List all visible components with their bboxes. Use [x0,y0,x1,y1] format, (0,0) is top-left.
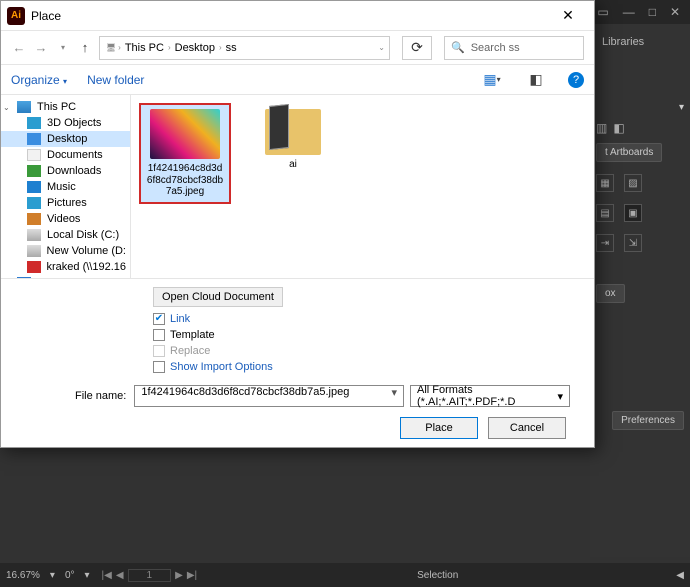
replace-label: Replace [170,345,210,357]
panel-icon[interactable]: ⇥ [596,234,614,252]
image-thumbnail [150,109,220,159]
new-folder-button[interactable]: New folder [87,73,144,87]
preview-pane-icon[interactable]: ◧ [524,69,548,91]
doc-icon [27,149,41,161]
panel-icon[interactable]: ▤ [596,204,614,222]
panel-button[interactable]: ox [596,284,625,303]
tree-label: Videos [47,213,80,225]
status-selection: Selection [209,570,666,581]
cube-icon [27,117,41,129]
sidebar-item-new-volume-d-[interactable]: New Volume (D: [1,243,130,259]
file-item-image[interactable]: 1f4241964c8d3d6f8cd78cbcf38db7a5.jpeg [141,105,229,202]
folder-tree[interactable]: ⌄This PC 3D Objects Desktop Documents Downlo… [1,95,131,278]
sidebar-item-documents[interactable]: Documents [1,147,130,163]
ai-minimize-icon[interactable]: — [623,5,635,19]
show-import-options-label[interactable]: Show Import Options [170,361,273,373]
panel-icon[interactable]: ▨ [624,174,642,192]
ai-close-icon[interactable]: ✕ [670,5,680,19]
panel-icon[interactable]: ▦ [596,174,614,192]
link-checkbox[interactable]: ✔ [153,313,165,325]
nav-up-icon[interactable]: ↑ [77,40,93,55]
tree-label: 3D Objects [47,117,101,129]
tree-label: Pictures [47,197,87,209]
sidebar-item-desktop[interactable]: Desktop [1,131,130,147]
sidebar-item-3d-objects[interactable]: 3D Objects [1,115,130,131]
dialog-title: Place [31,9,548,23]
show-import-options-checkbox[interactable] [153,361,165,373]
illustrator-app-icon: Ai [7,7,25,25]
tree-label: New Volume (D: [47,245,126,257]
down-icon [27,165,41,177]
search-input[interactable]: 🔍 Search ss [444,36,584,60]
format-filter-select[interactable]: All Formats (*.AI;*.AIT;*.PDF;*.D▾ [410,385,570,407]
tree-label: Desktop [47,133,87,145]
nav-recent-icon[interactable]: ▾ [55,43,71,52]
vid-icon [27,213,41,225]
drive-icon [27,245,41,257]
close-button[interactable]: ✕ [548,1,588,31]
place-dialog: Ai Place ✕ ← → ▾ ↑ 🖥 › This PC › Desktop… [0,0,595,448]
sidebar-item-local-disk-c-[interactable]: Local Disk (C:) [1,227,130,243]
breadcrumb-item[interactable]: This PC [121,42,168,54]
organize-menu[interactable]: Organize ▾ [11,73,67,87]
ai-maximize-icon[interactable]: □ [649,5,656,19]
folder-icon [265,109,321,155]
tree-label: kraked (\\192.16 [47,261,127,273]
open-cloud-document-button[interactable]: Open Cloud Document [153,287,283,307]
tree-label: Music [47,181,76,193]
libraries-panel-tab[interactable]: Libraries [596,32,684,52]
artboard-nav[interactable]: |◀◀1▶▶| [100,569,200,582]
sidebar-item-music[interactable]: Music [1,179,130,195]
rotation[interactable]: 0° [65,570,75,581]
sidebar-item-pictures[interactable]: Pictures [1,195,130,211]
file-item-folder[interactable]: ai [249,105,337,171]
nav-forward-icon: → [33,40,49,55]
file-label: 1f4241964c8d3d6f8cd78cbcf38db7a5.jpeg [145,163,225,198]
tree-label: This PC [37,101,76,113]
file-label: ai [249,159,337,171]
sidebar-item-downloads[interactable]: Downloads [1,163,130,179]
ai-arrange-icon[interactable]: ▭ [597,5,608,19]
tree-label: Downloads [47,165,101,177]
zoom-level[interactable]: 16.67% [6,570,40,581]
tree-label: Documents [47,149,103,161]
link-label[interactable]: Link [170,313,190,325]
help-icon[interactable]: ? [568,72,584,88]
cancel-button[interactable]: Cancel [488,417,566,439]
desk-icon [27,133,41,145]
scroll-left-icon[interactable]: ◀ [676,570,684,581]
music-icon [27,181,41,193]
pic-icon [27,197,41,209]
pc-icon [17,101,31,113]
tree-label: Local Disk (C:) [47,229,119,241]
monitor-icon: 🖥 [104,43,118,52]
sidebar-item-videos[interactable]: Videos [1,211,130,227]
chevron-down-icon[interactable]: ⌄ [378,43,385,52]
net-icon [27,261,41,273]
search-icon: 🔍 [451,41,465,54]
edit-artboards-button[interactable]: t Artboards [596,143,662,162]
panel-icon[interactable]: ⇲ [624,234,642,252]
search-placeholder: Search ss [471,42,520,54]
nav-back-icon[interactable]: ← [11,40,27,55]
view-mode-icon[interactable]: ▦ ▾ [480,69,504,91]
filename-label: File name: [75,390,126,402]
refresh-button[interactable]: ⟳ [402,36,432,60]
breadcrumb-item[interactable]: Desktop [171,42,219,54]
template-checkbox[interactable] [153,329,165,341]
drive-icon [27,229,41,241]
sidebar-item-kraked-192-16[interactable]: kraked (\\192.16 [1,259,130,275]
place-button[interactable]: Place [400,417,478,439]
breadcrumb-item[interactable]: ss [222,42,241,54]
preferences-button[interactable]: Preferences [612,411,684,430]
filename-input[interactable]: 1f4241964c8d3d6f8cd78cbcf38db7a5.jpeg▾ [134,385,404,407]
panel-icon[interactable]: ▣ [624,204,642,222]
breadcrumb[interactable]: 🖥 › This PC › Desktop › ss ⌄ [99,36,390,60]
sidebar-item-this-pc[interactable]: ⌄This PC [1,99,130,115]
replace-checkbox [153,345,165,357]
template-label[interactable]: Template [170,329,215,341]
